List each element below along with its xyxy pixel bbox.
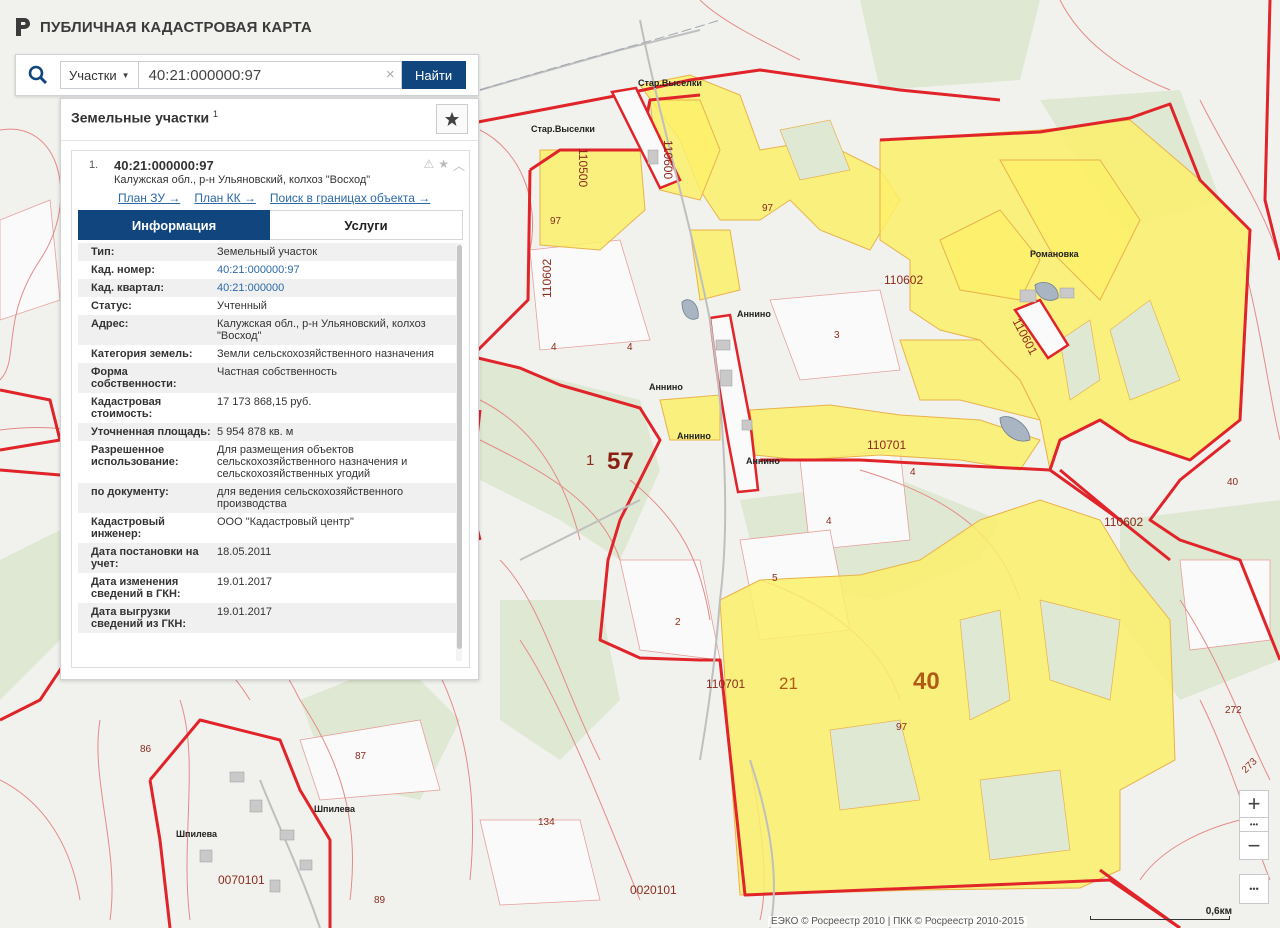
star-icon[interactable]: ★ xyxy=(438,157,449,174)
info-row: Статус: Учтенный xyxy=(78,297,456,315)
search-input[interactable]: 40:21:000000:97 × xyxy=(137,61,402,89)
info-row: Кадастровая стоимость: 17 173 868,15 руб. xyxy=(78,393,456,423)
link-plan-zu[interactable]: План ЗУ → xyxy=(118,191,180,205)
search-type-label: Участки xyxy=(69,67,117,83)
search-query-text: 40:21:000000:97 xyxy=(148,66,262,84)
info-row: по документу: для ведения сельскохозяйств… xyxy=(78,483,456,513)
panel-title: Земельные участки 1 xyxy=(71,109,218,126)
info-value[interactable]: 40:21:000000 xyxy=(217,282,456,294)
info-key: Кадастровый инженер: xyxy=(91,516,165,540)
chevron-down-icon: ▼ xyxy=(121,70,130,80)
info-value: 18.05.2011 xyxy=(217,546,272,558)
info-key: Кад. номер: xyxy=(91,264,155,276)
info-value: Для размещения объектов сельскохозяйстве… xyxy=(217,444,408,480)
info-key: Тип: xyxy=(91,246,115,258)
info-value: 17 173 868,15 руб. xyxy=(217,396,312,408)
panel-header: Земельные участки 1 xyxy=(61,99,478,141)
info-key: Уточненная площадь: xyxy=(91,426,211,438)
info-key: Разрешенное использование: xyxy=(91,444,179,468)
info-value[interactable]: 40:21:000000:97 xyxy=(217,264,456,276)
info-row: Тип: Земельный участок xyxy=(78,243,456,261)
info-value: 5 954 878 кв. м xyxy=(217,426,294,438)
result-links: План ЗУ → План КК → Поиск в границах объ… xyxy=(118,191,430,205)
info-row: Категория земель: Земли сельскохозяйствен… xyxy=(78,345,456,363)
result-card: 1. 40:21:000000:97 Калужская обл., р-н У… xyxy=(71,150,470,668)
info-row: Уточненная площадь: 5 954 878 кв. м xyxy=(78,423,456,441)
favorite-button[interactable] xyxy=(436,104,468,134)
result-tools: ⚠ ★ ︿ xyxy=(423,157,465,174)
search-type-select[interactable]: Участки ▼ xyxy=(60,61,138,89)
info-key: Кад. квартал: xyxy=(91,282,165,294)
find-button[interactable]: Найти xyxy=(401,61,466,89)
info-row: Форма собственности: Частная собственност… xyxy=(78,363,456,393)
info-value: 19.01.2017 xyxy=(217,576,273,588)
info-value: ООО "Кадастровый центр" xyxy=(217,516,354,528)
tab-information[interactable]: Информация xyxy=(78,210,270,240)
info-value: 19.01.2017 xyxy=(217,606,273,618)
link-search-within[interactable]: Поиск в границах объекта → xyxy=(270,191,430,205)
info-row: Дата выгрузки сведений из ГКН: 19.01.2017 xyxy=(78,603,456,633)
map-attribution: ЕЭКО © Росреестр 2010 | ПКК © Росреестр … xyxy=(768,916,1028,927)
result-cadastral-number[interactable]: 40:21:000000:97 xyxy=(114,158,214,173)
info-key: Дата постановки на учет: xyxy=(91,546,199,570)
info-row: Кадастровый инженер: ООО "Кадастровый цен… xyxy=(78,513,456,543)
info-value: Частная собственность xyxy=(217,366,338,378)
info-row: Адрес: Калужская обл., р-н Ульяновский, к… xyxy=(78,315,456,345)
zoom-in-button[interactable]: + xyxy=(1239,790,1269,818)
search-bar: Участки ▼ 40:21:000000:97 × Найти xyxy=(15,54,479,96)
result-index: 1. xyxy=(89,159,99,171)
more-tools-button[interactable]: ••• xyxy=(1239,874,1269,904)
info-key: Адрес: xyxy=(91,318,129,330)
chevron-up-icon[interactable]: ︿ xyxy=(453,157,465,174)
info-key: Категория земель: xyxy=(91,348,193,360)
results-panel: Земельные участки 1 1. 40:21:000000:97 К… xyxy=(60,98,479,680)
star-icon xyxy=(445,112,459,126)
info-key: Дата изменения сведений в ГКН: xyxy=(91,576,181,600)
info-value: Калужская обл., р-н Ульяновский, колхоз … xyxy=(217,318,426,342)
info-key: Дата выгрузки сведений из ГКН: xyxy=(91,606,187,630)
app-header: ПУБЛИЧНАЯ КАДАСТРОВАЯ КАРТА xyxy=(14,16,312,38)
warning-icon[interactable]: ⚠ xyxy=(423,157,434,174)
search-icon[interactable] xyxy=(16,55,60,95)
info-value: для ведения сельскохозяйственного произв… xyxy=(217,486,404,510)
info-value: Земли сельскохозяйственного назначения xyxy=(217,348,434,360)
zoom-out-button[interactable]: − xyxy=(1239,832,1269,860)
rosreestr-logo-icon xyxy=(16,18,30,36)
info-row: Кад. квартал: 40:21:000000 xyxy=(78,279,456,297)
info-key: Кадастровая стоимость: xyxy=(91,396,162,420)
link-plan-kk[interactable]: План КК → xyxy=(194,191,256,205)
result-tabs: Информация Услуги xyxy=(78,210,463,240)
info-key: Форма собственности: xyxy=(91,366,177,390)
scrollbar-thumb[interactable] xyxy=(457,245,462,649)
info-table: Тип: Земельный участок Кад. номер: 40:21:00… xyxy=(78,243,456,663)
info-row: Дата изменения сведений в ГКН: 19.01.2017 xyxy=(78,573,456,603)
scale-bar: 0,6км xyxy=(1090,906,1232,922)
tab-services[interactable]: Услуги xyxy=(270,210,463,240)
app-title: ПУБЛИЧНАЯ КАДАСТРОВАЯ КАРТА xyxy=(40,18,312,36)
info-value: Учтенный xyxy=(217,300,267,312)
info-row: Дата постановки на учет: 18.05.2011 xyxy=(78,543,456,573)
result-address: Калужская обл., р-н Ульяновский, колхоз … xyxy=(114,174,371,186)
panel-title-text: Земельные участки xyxy=(71,109,210,126)
info-key: по документу: xyxy=(91,486,169,498)
info-row: Кад. номер: 40:21:000000:97 xyxy=(78,261,456,279)
results-count: 1 xyxy=(212,109,218,119)
scale-label: 0,6км xyxy=(1205,906,1232,917)
info-row: Разрешенное использование: Для размещения… xyxy=(78,441,456,483)
clear-icon[interactable]: × xyxy=(386,66,395,83)
info-key: Статус: xyxy=(91,300,132,312)
zoom-level-handle[interactable]: ••• xyxy=(1239,818,1269,832)
info-value: Земельный участок xyxy=(217,246,318,258)
